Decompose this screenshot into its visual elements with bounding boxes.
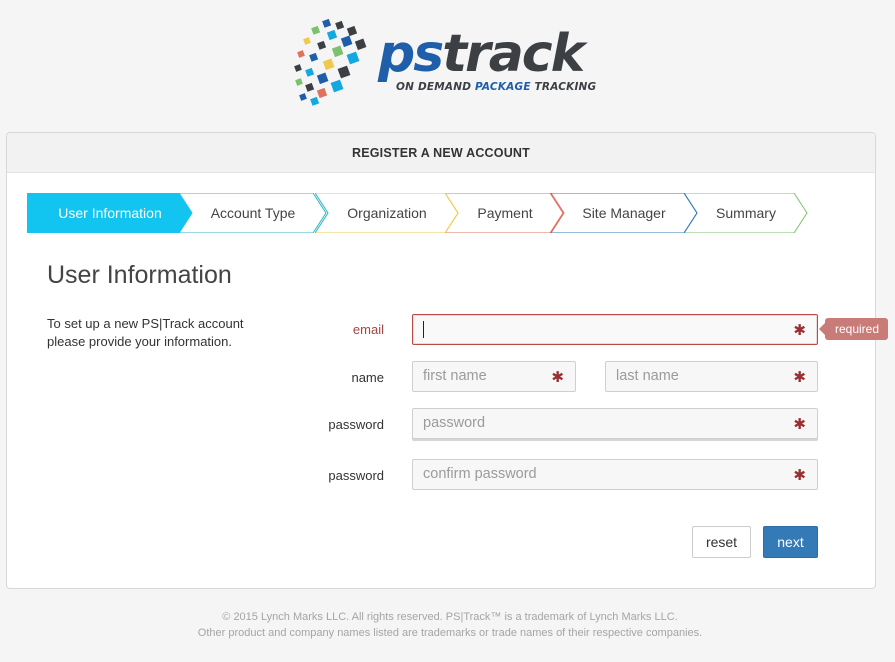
email-field[interactable]: ✱ <box>412 314 818 345</box>
required-asterisk-icon: ✱ <box>793 467 806 484</box>
last-name-field[interactable]: last name ✱ <box>605 361 818 392</box>
next-button[interactable]: next <box>763 526 818 558</box>
confirm-password-placeholder: confirm password <box>423 466 537 482</box>
password-label: password <box>328 417 384 432</box>
step-label: Organization <box>347 205 427 221</box>
tagline-pre: ON DEMAND <box>396 81 475 93</box>
required-asterisk-icon: ✱ <box>793 416 806 433</box>
first-name-placeholder: first name <box>423 368 487 384</box>
reset-button[interactable]: reset <box>692 526 751 558</box>
password-placeholder: password <box>423 415 486 431</box>
register-panel: REGISTER A NEW ACCOUNT User Information … <box>6 132 889 589</box>
required-asterisk-icon: ✱ <box>793 322 806 339</box>
step-site-manager[interactable]: Site Manager <box>550 193 698 233</box>
logo-wordmark: pstrack <box>378 24 585 84</box>
step-organization[interactable]: Organization <box>315 193 459 233</box>
wizard-steps: User Information Account Type Organizati… <box>27 193 817 233</box>
step-label: Site Manager <box>582 205 666 221</box>
step-label: Summary <box>716 205 776 221</box>
name-label: name <box>351 370 384 385</box>
required-asterisk-icon: ✱ <box>793 369 806 386</box>
confirm-password-label: password <box>328 468 384 483</box>
logo-tagline: ON DEMAND PACKAGE TRACKING <box>396 81 596 93</box>
logo-ps: ps <box>378 24 444 84</box>
first-name-field[interactable]: first name ✱ <box>412 361 576 392</box>
section-title: User Information <box>47 261 232 289</box>
last-name-placeholder: last name <box>616 368 679 384</box>
tagline-highlight: PACKAGE <box>475 81 531 93</box>
panel-title: REGISTER A NEW ACCOUNT <box>7 133 875 173</box>
required-asterisk-icon: ✱ <box>551 369 564 386</box>
text-caret <box>423 320 424 338</box>
footer-trademarks: Other product and company names listed a… <box>197 627 703 639</box>
step-payment[interactable]: Payment <box>445 193 565 233</box>
tagline-post: TRACKING <box>530 81 597 93</box>
footer: © 2015 Lynch Marks LLC. All rights reser… <box>0 609 895 641</box>
footer-copyright: © 2015 Lynch Marks LLC. All rights reser… <box>222 611 678 623</box>
logo-mark-icon <box>294 18 367 106</box>
step-account-type[interactable]: Account Type <box>179 193 327 233</box>
intro-text: To set up a new PS|Track account please … <box>47 316 244 349</box>
step-label: Payment <box>477 205 533 221</box>
email-label: email <box>352 322 384 337</box>
step-summary[interactable]: Summary <box>684 193 808 233</box>
step-user-information[interactable]: User Information <box>27 193 193 233</box>
step-label: Account Type <box>210 205 296 221</box>
step-label: User Information <box>58 205 162 221</box>
required-tooltip: required <box>818 318 889 340</box>
confirm-password-field[interactable]: confirm password ✱ <box>412 459 818 490</box>
pstrack-logo: pstrack ON DEMAND PACKAGE TRACKING <box>290 18 596 110</box>
password-field[interactable]: password ✱ <box>412 408 818 439</box>
logo-track: track <box>442 24 585 84</box>
